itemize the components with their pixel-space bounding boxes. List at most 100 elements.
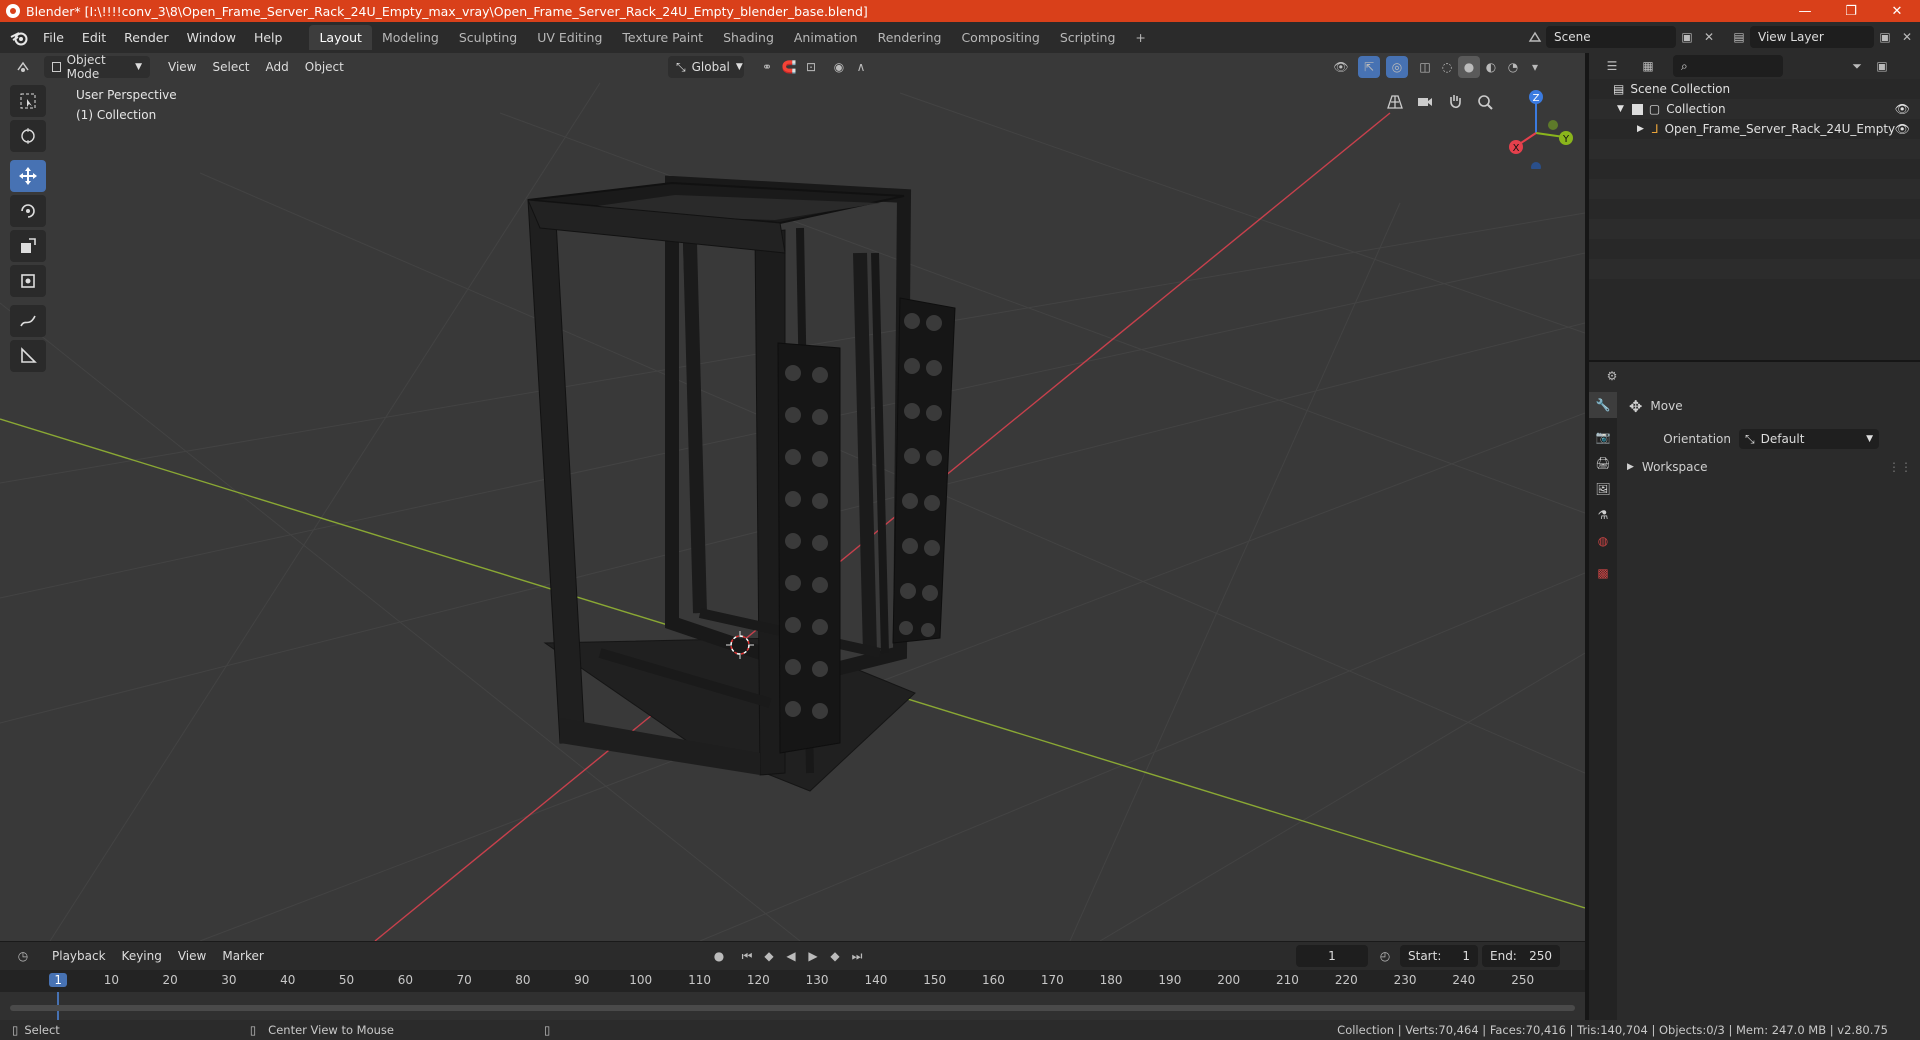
timeline-menu-playback[interactable]: Playback [44, 949, 114, 963]
restore-button[interactable]: ❐ [1828, 0, 1874, 22]
tab-texture-paint[interactable]: Texture Paint [612, 25, 713, 50]
solid-shading-icon[interactable]: ● [1458, 56, 1480, 78]
viewport-menu-object[interactable]: Object [297, 60, 352, 74]
object-visibility-eye-icon[interactable]: 👁 [1895, 122, 1910, 136]
viewport-menu-add[interactable]: Add [258, 60, 297, 74]
scene-selector-icon[interactable] [1524, 26, 1546, 48]
timeline-menu-view[interactable]: View [170, 949, 214, 963]
shading-options-icon[interactable]: ▾ [1524, 56, 1546, 78]
xray-icon[interactable]: ◫ [1414, 56, 1436, 78]
timeline-scrollbar[interactable] [10, 1005, 1575, 1011]
rotate-tool-icon[interactable] [10, 195, 46, 227]
editor-type-icon[interactable] [8, 56, 38, 78]
wireframe-shading-icon[interactable]: ◌ [1436, 56, 1458, 78]
tab-uv-editing[interactable]: UV Editing [527, 25, 612, 50]
tab-shading[interactable]: Shading [713, 25, 784, 50]
tab-layout[interactable]: Layout [309, 25, 372, 50]
workspace-panel-header[interactable]: ▶ Workspace ⋮⋮ [1619, 454, 1920, 480]
outliner-editor-type-icon[interactable]: ☰ [1597, 55, 1627, 77]
outliner-collection[interactable]: ▼ ▢ Collection 👁 [1589, 99, 1920, 119]
visibility-icon[interactable]: 👁 [1330, 56, 1352, 78]
viewport-scene[interactable] [0, 53, 1585, 941]
snap-icon[interactable]: 🧲 [778, 56, 800, 78]
remove-view-layer-icon[interactable]: ✕ [1896, 26, 1918, 48]
object-mode-dropdown[interactable]: Object Mode ▼ [44, 53, 150, 81]
menu-help[interactable]: Help [245, 30, 292, 45]
snap-target-icon[interactable]: ⊡ [800, 56, 822, 78]
scale-tool-icon[interactable] [10, 230, 46, 262]
prev-keyframe-icon[interactable]: ◆ [758, 945, 780, 967]
viewport-menu-select[interactable]: Select [204, 60, 257, 74]
blender-logo-icon[interactable] [6, 25, 32, 51]
expand-arrow-icon[interactable]: ▶ [1627, 462, 1634, 472]
output-tab-icon[interactable]: 🖨 [1589, 450, 1617, 476]
gizmo-toggle-icon[interactable]: ⇱ [1358, 56, 1380, 78]
tool-tab-icon[interactable]: 🔧 [1589, 392, 1617, 418]
jump-start-icon[interactable]: ⏮ [736, 945, 758, 967]
new-collection-icon[interactable]: ▣ [1871, 55, 1893, 77]
world-tab-icon[interactable]: ◍ [1589, 528, 1617, 554]
3d-viewport[interactable]: Object Mode ▼ View Select Add Object ⤡ G… [0, 53, 1585, 941]
outliner-search-input[interactable]: ⌕ [1673, 55, 1783, 77]
overlays-icon[interactable]: ◎ [1386, 56, 1408, 78]
tab-rendering[interactable]: Rendering [868, 25, 952, 50]
new-view-layer-icon[interactable]: ▣ [1874, 26, 1896, 48]
menu-render[interactable]: Render [115, 30, 178, 45]
server-rack-model[interactable] [527, 175, 956, 792]
pivot-point-icon[interactable]: ⚭ [756, 56, 778, 78]
scene-name-field[interactable]: Scene [1546, 26, 1676, 48]
timeline-editor-type-icon[interactable]: ◷ [8, 945, 38, 967]
proportional-falloff-icon[interactable]: ∧ [850, 56, 872, 78]
annotate-tool-icon[interactable] [10, 305, 46, 337]
timeline-menu-keying[interactable]: Keying [114, 949, 170, 963]
view-layer-tab-icon[interactable]: 🖼 [1589, 476, 1617, 502]
navigation-gizmo[interactable]: Z Y X [1498, 83, 1584, 169]
menu-edit[interactable]: Edit [73, 30, 115, 45]
move-tool-icon[interactable] [10, 160, 46, 192]
zoom-view-icon[interactable] [1470, 87, 1500, 117]
properties-editor-type-icon[interactable]: ⚙ [1597, 365, 1627, 387]
tab-compositing[interactable]: Compositing [951, 25, 1049, 50]
texture-tab-icon[interactable]: ▩ [1589, 560, 1617, 586]
scene-tab-icon[interactable]: ⚗ [1589, 502, 1617, 528]
outliner-object[interactable]: ▶ ⅃ Open_Frame_Server_Rack_24U_Empty 👁 [1589, 119, 1920, 139]
filter-icon[interactable]: ⏷ [1843, 55, 1871, 77]
cursor-tool-icon[interactable] [10, 120, 46, 152]
current-frame-field[interactable]: 1 [1296, 945, 1368, 967]
toggle-grid-icon[interactable] [1380, 87, 1410, 117]
drag-handle-icon[interactable]: ⋮⋮ [1888, 460, 1912, 474]
tab-scripting[interactable]: Scripting [1050, 25, 1126, 50]
view-layer-field[interactable]: View Layer [1750, 26, 1874, 48]
outliner-scene-collection[interactable]: ▤ Scene Collection [1589, 79, 1920, 99]
transform-orientation-dropdown[interactable]: ⤡ Global ▼ [668, 56, 744, 78]
menu-file[interactable]: File [34, 30, 73, 45]
record-keyframe-icon[interactable]: ● [708, 945, 730, 967]
remove-scene-icon[interactable]: ✕ [1698, 26, 1720, 48]
tab-animation[interactable]: Animation [784, 25, 868, 50]
timeline-menu-marker[interactable]: Marker [214, 949, 271, 963]
render-tab-icon[interactable]: 📷 [1589, 424, 1617, 450]
orientation-dropdown[interactable]: ⤡ Default ▼ [1739, 429, 1879, 449]
viewport-menu-view[interactable]: View [160, 60, 204, 74]
minimize-button[interactable]: — [1782, 0, 1828, 22]
jump-end-icon[interactable]: ⏭ [846, 945, 868, 967]
play-reverse-icon[interactable]: ◀ [780, 945, 802, 967]
end-frame-field[interactable]: End: 250 [1482, 945, 1560, 967]
pan-view-icon[interactable] [1440, 87, 1470, 117]
expand-arrow-icon[interactable]: ▼ [1617, 104, 1624, 114]
preview-range-icon[interactable]: ◴ [1374, 945, 1396, 967]
view-layer-icon[interactable]: ▤ [1728, 26, 1750, 48]
tab-sculpting[interactable]: Sculpting [449, 25, 527, 50]
transform-tool-icon[interactable] [10, 265, 46, 297]
display-mode-icon[interactable]: ▦ [1633, 55, 1663, 77]
rendered-shading-icon[interactable]: ◔ [1502, 56, 1524, 78]
play-icon[interactable]: ▶ [802, 945, 824, 967]
tab-modeling[interactable]: Modeling [372, 25, 449, 50]
start-frame-field[interactable]: Start: 1 [1400, 945, 1478, 967]
expand-arrow-icon[interactable]: ▶ [1637, 124, 1644, 134]
menu-window[interactable]: Window [178, 30, 245, 45]
frame-ruler[interactable]: 1 10 20 30 40 50 60 70 80 90 100 110 120 130 140 150 160… [0, 970, 1585, 992]
collection-visibility-eye-icon[interactable]: 👁 [1895, 102, 1910, 116]
proportional-editing-icon[interactable]: ◉ [828, 56, 850, 78]
collection-checkbox[interactable] [1631, 103, 1643, 115]
